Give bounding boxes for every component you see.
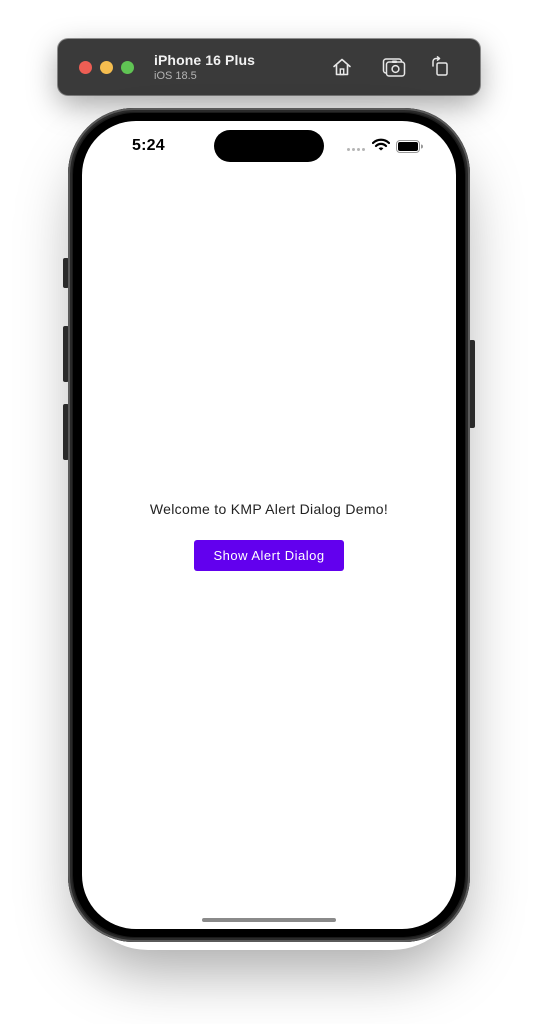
show-alert-dialog-button[interactable]: Show Alert Dialog	[194, 540, 344, 571]
os-version: iOS 18.5	[154, 70, 197, 82]
device-name: iPhone 16 Plus	[154, 52, 255, 68]
close-window-button[interactable]	[79, 61, 92, 74]
phone-screen: 5:24 Welcome to KMP Alert Dialog Demo! S…	[82, 121, 456, 929]
battery-icon	[396, 140, 423, 153]
home-button[interactable]	[329, 54, 355, 80]
home-indicator[interactable]	[202, 918, 336, 922]
rotate-button[interactable]	[427, 54, 453, 80]
simulator-window: iPhone 16 Plus iOS 18.5 5:24 Welcome to …	[0, 0, 538, 1024]
screenshot-icon	[382, 58, 406, 77]
simulator-toolbar: iPhone 16 Plus iOS 18.5	[58, 39, 480, 95]
welcome-text: Welcome to KMP Alert Dialog Demo!	[149, 501, 389, 517]
home-icon	[333, 58, 351, 76]
wifi-icon	[372, 138, 390, 151]
minimize-window-button[interactable]	[100, 61, 113, 74]
dynamic-island	[214, 130, 324, 162]
cellular-signal-icon	[347, 148, 365, 151]
status-time: 5:24	[132, 137, 165, 154]
screenshot-button[interactable]	[381, 54, 407, 80]
rotate-icon	[432, 56, 448, 76]
maximize-window-button[interactable]	[121, 61, 134, 74]
